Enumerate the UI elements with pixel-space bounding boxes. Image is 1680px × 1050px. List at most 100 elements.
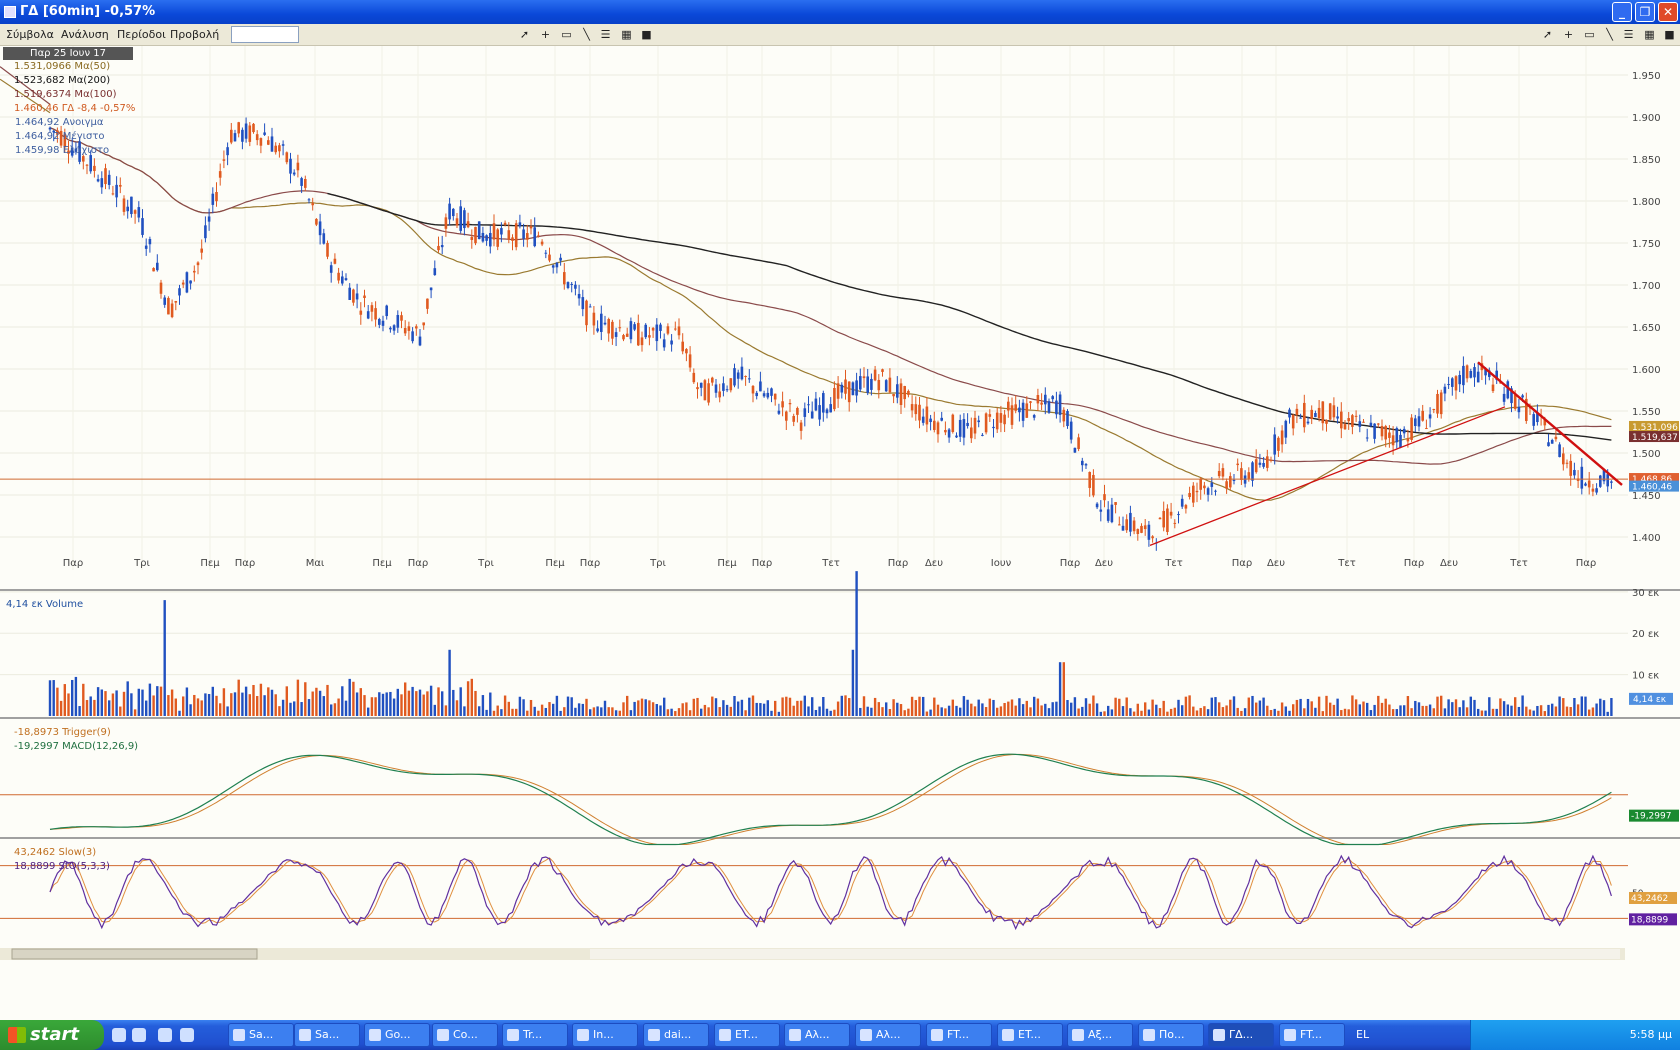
taskbar-button[interactable]: dai... <box>643 1023 709 1047</box>
candle-body <box>255 134 259 141</box>
language-indicator[interactable]: EL <box>1356 1028 1369 1041</box>
menu-analysis[interactable]: Ανάλυση <box>61 28 109 41</box>
restore-button[interactable]: ❐ <box>1635 2 1655 22</box>
volume-bar <box>818 706 821 716</box>
volume-bar <box>392 698 396 716</box>
taskbar-button[interactable]: Αξ... <box>1067 1023 1133 1047</box>
candle-body <box>1373 423 1376 439</box>
volume-bar <box>866 706 869 716</box>
candle-body <box>1351 415 1354 427</box>
taskbar-button[interactable]: ΓΔ... <box>1208 1023 1274 1047</box>
candle-body <box>1192 485 1195 503</box>
candle-body <box>204 225 207 239</box>
taskbar-button[interactable]: Sa... <box>228 1023 294 1047</box>
candle-body <box>359 310 363 315</box>
taskbar-button[interactable]: FT... <box>1279 1023 1345 1047</box>
candle-body <box>970 427 973 439</box>
taskbar-button[interactable]: In... <box>572 1023 638 1047</box>
candle-body <box>555 262 559 268</box>
taskbar-button[interactable]: Tr... <box>502 1023 568 1047</box>
volume-bar <box>892 699 895 716</box>
lines-icon[interactable]: ☰ <box>1621 27 1636 42</box>
taskbar-button[interactable]: Co... <box>432 1023 498 1047</box>
volume-bar <box>426 691 429 716</box>
candle-body <box>389 327 392 330</box>
taskbar-button[interactable]: FT... <box>926 1023 992 1047</box>
ie-icon[interactable] <box>112 1028 126 1042</box>
candle-body <box>588 306 592 308</box>
taskbar-button[interactable]: Αλ... <box>855 1023 921 1047</box>
stoch-legend-item: 18,8899 StO(5,3,3) <box>14 861 110 872</box>
volume-bar <box>737 701 740 716</box>
volume-bar <box>89 696 92 716</box>
volume-legend: 4,14 εκ Volume <box>6 599 84 610</box>
minimize-button[interactable]: _ <box>1612 2 1632 22</box>
candle-body <box>973 417 977 434</box>
candle-body <box>304 179 307 188</box>
line-icon[interactable]: ╲ <box>579 27 594 42</box>
volume-bar <box>574 707 577 716</box>
close-button[interactable]: ✕ <box>1658 2 1678 22</box>
price-x-tick: Μαι <box>306 558 325 569</box>
taskbar-button[interactable]: ET... <box>714 1023 780 1047</box>
cursor-icon[interactable]: ➚ <box>517 27 532 42</box>
candle-body <box>1258 462 1262 465</box>
volume-bar <box>988 698 991 716</box>
macd-legend-item: -19,2997 MACD(12,26,9) <box>14 741 139 752</box>
candle-body <box>618 327 622 329</box>
candle-body <box>825 409 829 414</box>
candle-body <box>115 184 118 198</box>
taskbar-button[interactable]: Go... <box>364 1023 430 1047</box>
rectangle-icon[interactable]: ▭ <box>559 27 574 42</box>
volume-bar <box>296 679 300 716</box>
candle-body <box>696 387 699 390</box>
candle-body <box>962 419 966 438</box>
crosshair-icon[interactable]: + <box>1561 27 1576 42</box>
volume-bar <box>903 710 906 716</box>
candle-body <box>1288 409 1291 418</box>
start-button[interactable]: start <box>0 1020 104 1050</box>
candle-body <box>444 217 448 229</box>
price-legend-item: 1.460,46 ΓΔ -8,4 -0,57% <box>14 103 136 114</box>
volume-bar <box>1258 700 1262 716</box>
menu-view[interactable]: Προβολή <box>170 28 219 41</box>
browser-icon[interactable] <box>132 1028 146 1042</box>
volume-bar <box>1551 703 1554 716</box>
menu-symbols[interactable]: Σύμβολα <box>6 28 54 41</box>
line-icon[interactable]: ╲ <box>1602 27 1617 42</box>
save-icon[interactable]: ■ <box>1662 27 1677 42</box>
volume-bar <box>973 706 977 716</box>
chart-icon[interactable]: ▦ <box>1642 27 1657 42</box>
save-icon[interactable]: ■ <box>639 27 654 42</box>
volume-bar <box>141 689 144 716</box>
macd-value-label: -19,2997 <box>1631 812 1671 822</box>
taskbar-button[interactable]: Πο... <box>1138 1023 1204 1047</box>
candle-body <box>1166 508 1169 533</box>
candle-body <box>711 377 714 383</box>
candle-body <box>1195 490 1199 493</box>
cursor-icon[interactable]: ➚ <box>1540 27 1555 42</box>
taskbar-button[interactable]: Sa... <box>294 1023 360 1047</box>
candle-body <box>344 278 348 281</box>
crosshair-icon[interactable]: + <box>538 27 553 42</box>
chart-icon[interactable]: ▦ <box>619 27 634 42</box>
desktop-icon[interactable] <box>180 1028 194 1042</box>
volume-bar <box>544 707 547 716</box>
chart-area[interactable]: 1.950 1.900 1.850 1.800 1.750 1.700 1.650 1.600… <box>0 46 1680 1012</box>
symbol-input[interactable] <box>231 26 299 43</box>
taskbar-button[interactable]: ET... <box>997 1023 1063 1047</box>
candle-body <box>1325 419 1328 424</box>
volume-bar <box>1377 695 1380 716</box>
candle-body <box>1092 474 1095 496</box>
volume-bar <box>844 695 847 716</box>
volume-bar <box>444 705 448 716</box>
candle-body <box>1173 522 1177 524</box>
chart-canvas[interactable]: 1.950 1.900 1.850 1.800 1.750 1.700 1.650 1.600… <box>0 46 1680 1012</box>
menu-periods[interactable]: Περίοδοι <box>117 28 166 41</box>
media-icon[interactable] <box>158 1028 172 1042</box>
taskbar-button[interactable]: Αλ... <box>784 1023 850 1047</box>
volume-bar <box>1380 702 1384 716</box>
lines-icon[interactable]: ☰ <box>598 27 613 42</box>
candle-body <box>1236 463 1239 466</box>
rectangle-icon[interactable]: ▭ <box>1582 27 1597 42</box>
